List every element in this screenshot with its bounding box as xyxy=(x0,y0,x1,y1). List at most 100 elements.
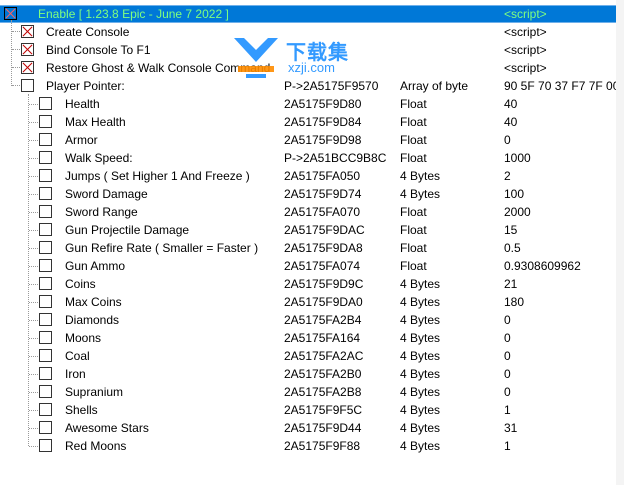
entry-checkbox[interactable] xyxy=(39,439,52,452)
entry-value: 0.9308609962 xyxy=(504,259,581,273)
entry-checkbox[interactable] xyxy=(39,331,52,344)
entry-address: 2A5175F9D98 xyxy=(284,133,362,147)
entry-value: 1000 xyxy=(504,151,531,165)
entry-address: 2A5175FA2B4 xyxy=(284,313,362,327)
script-checkbox[interactable] xyxy=(21,25,34,38)
entry-type: 4 Bytes xyxy=(400,277,441,291)
table-row[interactable]: Supranium 2A5175FA2B8 4 Bytes 0 xyxy=(0,383,616,401)
table-row[interactable]: Walk Speed: P->2A51BCC9B8C Float 1000 xyxy=(0,149,616,167)
table-row[interactable]: Sword Damage 2A5175F9D74 4 Bytes 100 xyxy=(0,185,616,203)
table-row[interactable]: Awesome Stars 2A5175F9D44 4 Bytes 31 xyxy=(0,419,616,437)
entry-checkbox[interactable] xyxy=(39,223,52,236)
entry-address: 2A5175FA2B0 xyxy=(284,367,362,381)
tree-guide xyxy=(29,302,38,304)
entry-label: Armor xyxy=(65,133,98,147)
table-row[interactable]: Max Health 2A5175F9D84 Float 40 xyxy=(0,113,616,131)
script-checkbox[interactable] xyxy=(21,43,34,56)
entry-checkbox[interactable] xyxy=(39,385,52,398)
pointer-row[interactable]: Player Pointer: P->2A5175F9570 Array of … xyxy=(0,77,616,95)
vertical-scrollbar[interactable] xyxy=(616,0,624,485)
table-row[interactable]: Iron 2A5175FA2B0 4 Bytes 0 xyxy=(0,365,616,383)
entry-checkbox[interactable] xyxy=(39,187,52,200)
entry-type: Float xyxy=(400,115,427,129)
entry-address: 2A5175FA2AC xyxy=(284,349,364,363)
tree-guide xyxy=(29,266,38,268)
tree-guide xyxy=(12,67,20,69)
entry-label: Shells xyxy=(65,403,98,417)
table-row[interactable]: Coal 2A5175FA2AC 4 Bytes 0 xyxy=(0,347,616,365)
entry-address: 2A5175F9D9C xyxy=(284,277,364,291)
pointer-checkbox[interactable] xyxy=(21,79,34,92)
script-label: Create Console xyxy=(46,25,130,39)
entry-checkbox[interactable] xyxy=(39,367,52,380)
entry-value: 0 xyxy=(504,313,511,327)
entry-address: 2A5175FA050 xyxy=(284,169,361,183)
entry-checkbox[interactable] xyxy=(39,259,52,272)
entry-value: 0 xyxy=(504,331,511,345)
entry-value: 0 xyxy=(504,133,511,147)
pointer-label: Player Pointer: xyxy=(46,79,125,93)
table-row[interactable]: Red Moons 2A5175F9F88 4 Bytes 1 xyxy=(0,437,616,455)
entry-checkbox[interactable] xyxy=(39,169,52,182)
entry-checkbox[interactable] xyxy=(39,115,52,128)
entry-type: 4 Bytes xyxy=(400,385,441,399)
table-row[interactable]: Max Coins 2A5175F9DA0 4 Bytes 180 xyxy=(0,293,616,311)
table-row[interactable]: Gun Ammo 2A5175FA074 Float 0.9308609962 xyxy=(0,257,616,275)
script-checkbox[interactable] xyxy=(21,61,34,74)
table-row[interactable]: Health 2A5175F9D80 Float 40 xyxy=(0,95,616,113)
table-row[interactable]: Gun Refire Rate ( Smaller = Faster ) 2A51… xyxy=(0,239,616,257)
entry-checkbox[interactable] xyxy=(39,295,52,308)
entry-label: Max Coins xyxy=(65,295,122,309)
entry-type: Float xyxy=(400,133,427,147)
entry-checkbox[interactable] xyxy=(39,349,52,362)
entry-label: Health xyxy=(65,97,100,111)
entry-label: Sword Damage xyxy=(65,187,148,201)
entry-checkbox[interactable] xyxy=(39,313,52,326)
entry-checkbox[interactable] xyxy=(39,133,52,146)
script-value: <script> xyxy=(504,61,547,75)
entry-label: Max Health xyxy=(65,115,126,129)
table-row[interactable]: Moons 2A5175FA164 4 Bytes 0 xyxy=(0,329,616,347)
entry-checkbox[interactable] xyxy=(39,205,52,218)
table-row[interactable]: Coins 2A5175F9D9C 4 Bytes 21 xyxy=(0,275,616,293)
root-row[interactable]: Enable [ 1.23.8 Epic - June 7 2022 ] <sc… xyxy=(0,5,616,23)
entry-label: Red Moons xyxy=(65,439,127,453)
entry-type: Float xyxy=(400,241,427,255)
table-row[interactable]: Diamonds 2A5175FA2B4 4 Bytes 0 xyxy=(0,311,616,329)
entry-label: Gun Projectile Damage xyxy=(65,223,190,237)
script-row-restore-ghost[interactable]: Restore Ghost & Walk Console Commands <s… xyxy=(0,59,616,77)
entry-address: 2A5175FA070 xyxy=(284,205,361,219)
entry-value: 1 xyxy=(504,403,511,417)
entry-type: 4 Bytes xyxy=(400,295,441,309)
entry-type: 4 Bytes xyxy=(400,349,441,363)
entry-address: 2A5175F9DAC xyxy=(284,223,365,237)
tree-guide xyxy=(12,85,20,87)
entry-checkbox[interactable] xyxy=(39,97,52,110)
entry-label: Gun Refire Rate ( Smaller = Faster ) xyxy=(65,241,259,255)
entry-address: 2A5175F9D84 xyxy=(284,115,362,129)
tree-guide xyxy=(29,356,38,358)
tree-guide xyxy=(29,374,38,376)
pointer-value: 90 5F 70 37 F7 7F 00 00 xyxy=(504,79,616,93)
tree-guide xyxy=(29,248,38,250)
script-row-create-console[interactable]: Create Console <script> xyxy=(0,23,616,41)
table-row[interactable]: Sword Range 2A5175FA070 Float 2000 xyxy=(0,203,616,221)
entry-value: 180 xyxy=(504,295,525,309)
table-row[interactable]: Gun Projectile Damage 2A5175F9DAC Float 15 xyxy=(0,221,616,239)
table-row[interactable]: Shells 2A5175F9F5C 4 Bytes 1 xyxy=(0,401,616,419)
tree-guide xyxy=(29,428,38,430)
table-row[interactable]: Jumps ( Set Higher 1 And Freeze ) 2A5175F… xyxy=(0,167,616,185)
entry-checkbox[interactable] xyxy=(39,403,52,416)
entry-address: 2A5175F9DA8 xyxy=(284,241,363,255)
tree-guide xyxy=(29,176,38,178)
entry-checkbox[interactable] xyxy=(39,421,52,434)
entry-checkbox[interactable] xyxy=(39,241,52,254)
script-row-bind-console[interactable]: Bind Console To F1 <script> xyxy=(0,41,616,59)
root-checkbox[interactable] xyxy=(4,7,17,20)
entry-value: 31 xyxy=(504,421,518,435)
table-row[interactable]: Armor 2A5175F9D98 Float 0 xyxy=(0,131,616,149)
entry-checkbox[interactable] xyxy=(39,277,52,290)
entry-label: Iron xyxy=(65,367,86,381)
entry-checkbox[interactable] xyxy=(39,151,52,164)
tree-guide xyxy=(12,31,20,33)
